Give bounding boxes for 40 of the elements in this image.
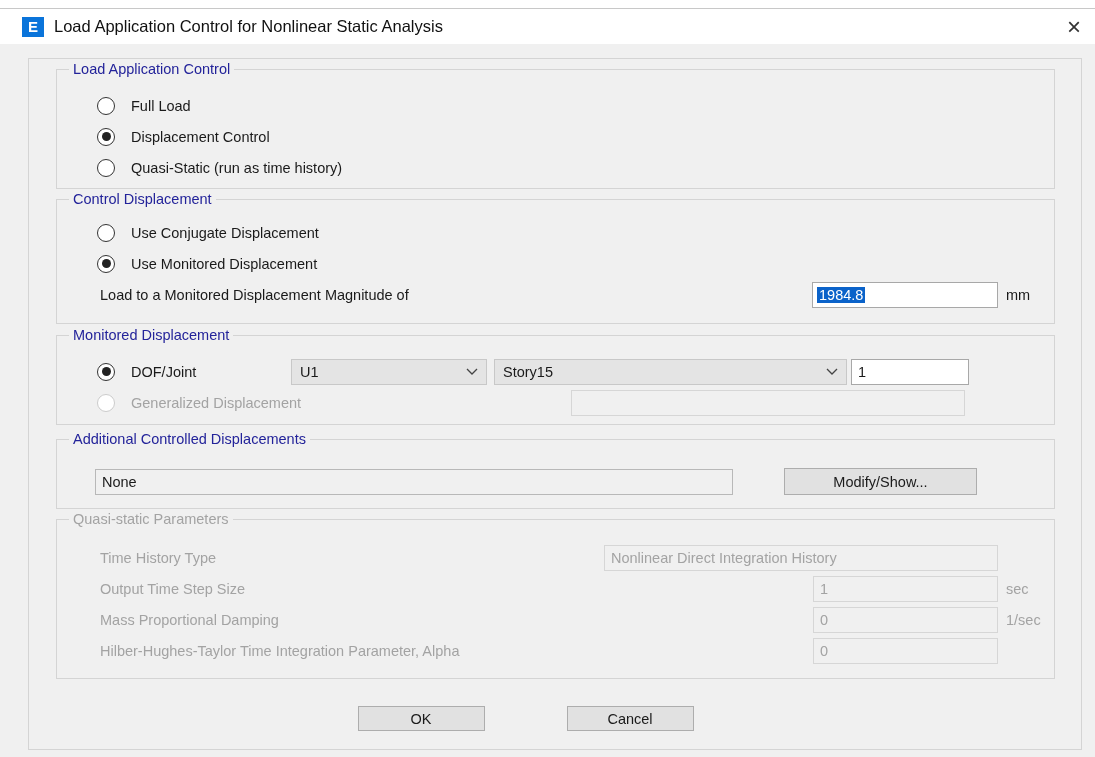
- field-label: Hilber-Hughes-Taylor Time Integration Parameter, Alpha: [100, 642, 461, 659]
- close-button[interactable]: ×: [1053, 12, 1095, 41]
- input-field[interactable]: [571, 389, 965, 416]
- app-logo: E: [22, 16, 44, 37]
- cancel-button[interactable]: Cancel: [566, 706, 694, 731]
- chevron-icon: [466, 367, 478, 376]
- group-title: Control Displacement: [69, 191, 216, 207]
- field-label: Mass Proportional Damping: [100, 611, 280, 628]
- modify-show-button[interactable]: Modify/Show...: [784, 468, 977, 495]
- radio-button[interactable]: [97, 96, 115, 115]
- list-field: None: [95, 468, 733, 495]
- radio-button[interactable]: [97, 127, 115, 146]
- dropdown[interactable]: Story15: [494, 358, 847, 385]
- radio-button[interactable]: [97, 158, 115, 177]
- ok-button[interactable]: OK: [357, 706, 485, 731]
- radio-button[interactable]: [97, 223, 115, 242]
- field-label: Load to a Monitored Displacement Magnitude of: [100, 287, 410, 303]
- group-title: Additional Controlled Displacements: [69, 431, 310, 447]
- unit-label: sec: [1005, 580, 1030, 597]
- option-label: Displacement Control: [131, 128, 270, 145]
- chevron-icon: [826, 367, 838, 376]
- unit-label: mm: [1005, 287, 1032, 303]
- radio-button[interactable]: [97, 254, 115, 273]
- group-title: Monitored Displacement: [69, 327, 234, 343]
- radio-button[interactable]: [97, 362, 115, 381]
- unit-label: 1/sec: [1005, 611, 1042, 628]
- option-label: Use Monitored Displacement: [131, 255, 318, 272]
- input-field[interactable]: 1984.8: [812, 282, 998, 308]
- group-title: Quasi-static Parameters: [69, 511, 233, 527]
- field-label: Time History Type: [100, 549, 218, 566]
- option-label: DOF/Joint: [131, 363, 198, 380]
- option-label: Full Load: [131, 97, 191, 114]
- window-title: Load Application Control for Nonlinear Static Analysis: [54, 17, 444, 36]
- input-field[interactable]: 1: [851, 358, 969, 385]
- group-title: Load Application Control: [69, 61, 235, 77]
- field-label: Output Time Step Size: [100, 580, 247, 597]
- option-label: Generalized Displacement: [131, 394, 302, 411]
- dropdown[interactable]: U1: [291, 358, 487, 385]
- option-label: Quasi-Static (run as time history): [131, 159, 343, 176]
- option-label: Use Conjugate Displacement: [131, 224, 319, 241]
